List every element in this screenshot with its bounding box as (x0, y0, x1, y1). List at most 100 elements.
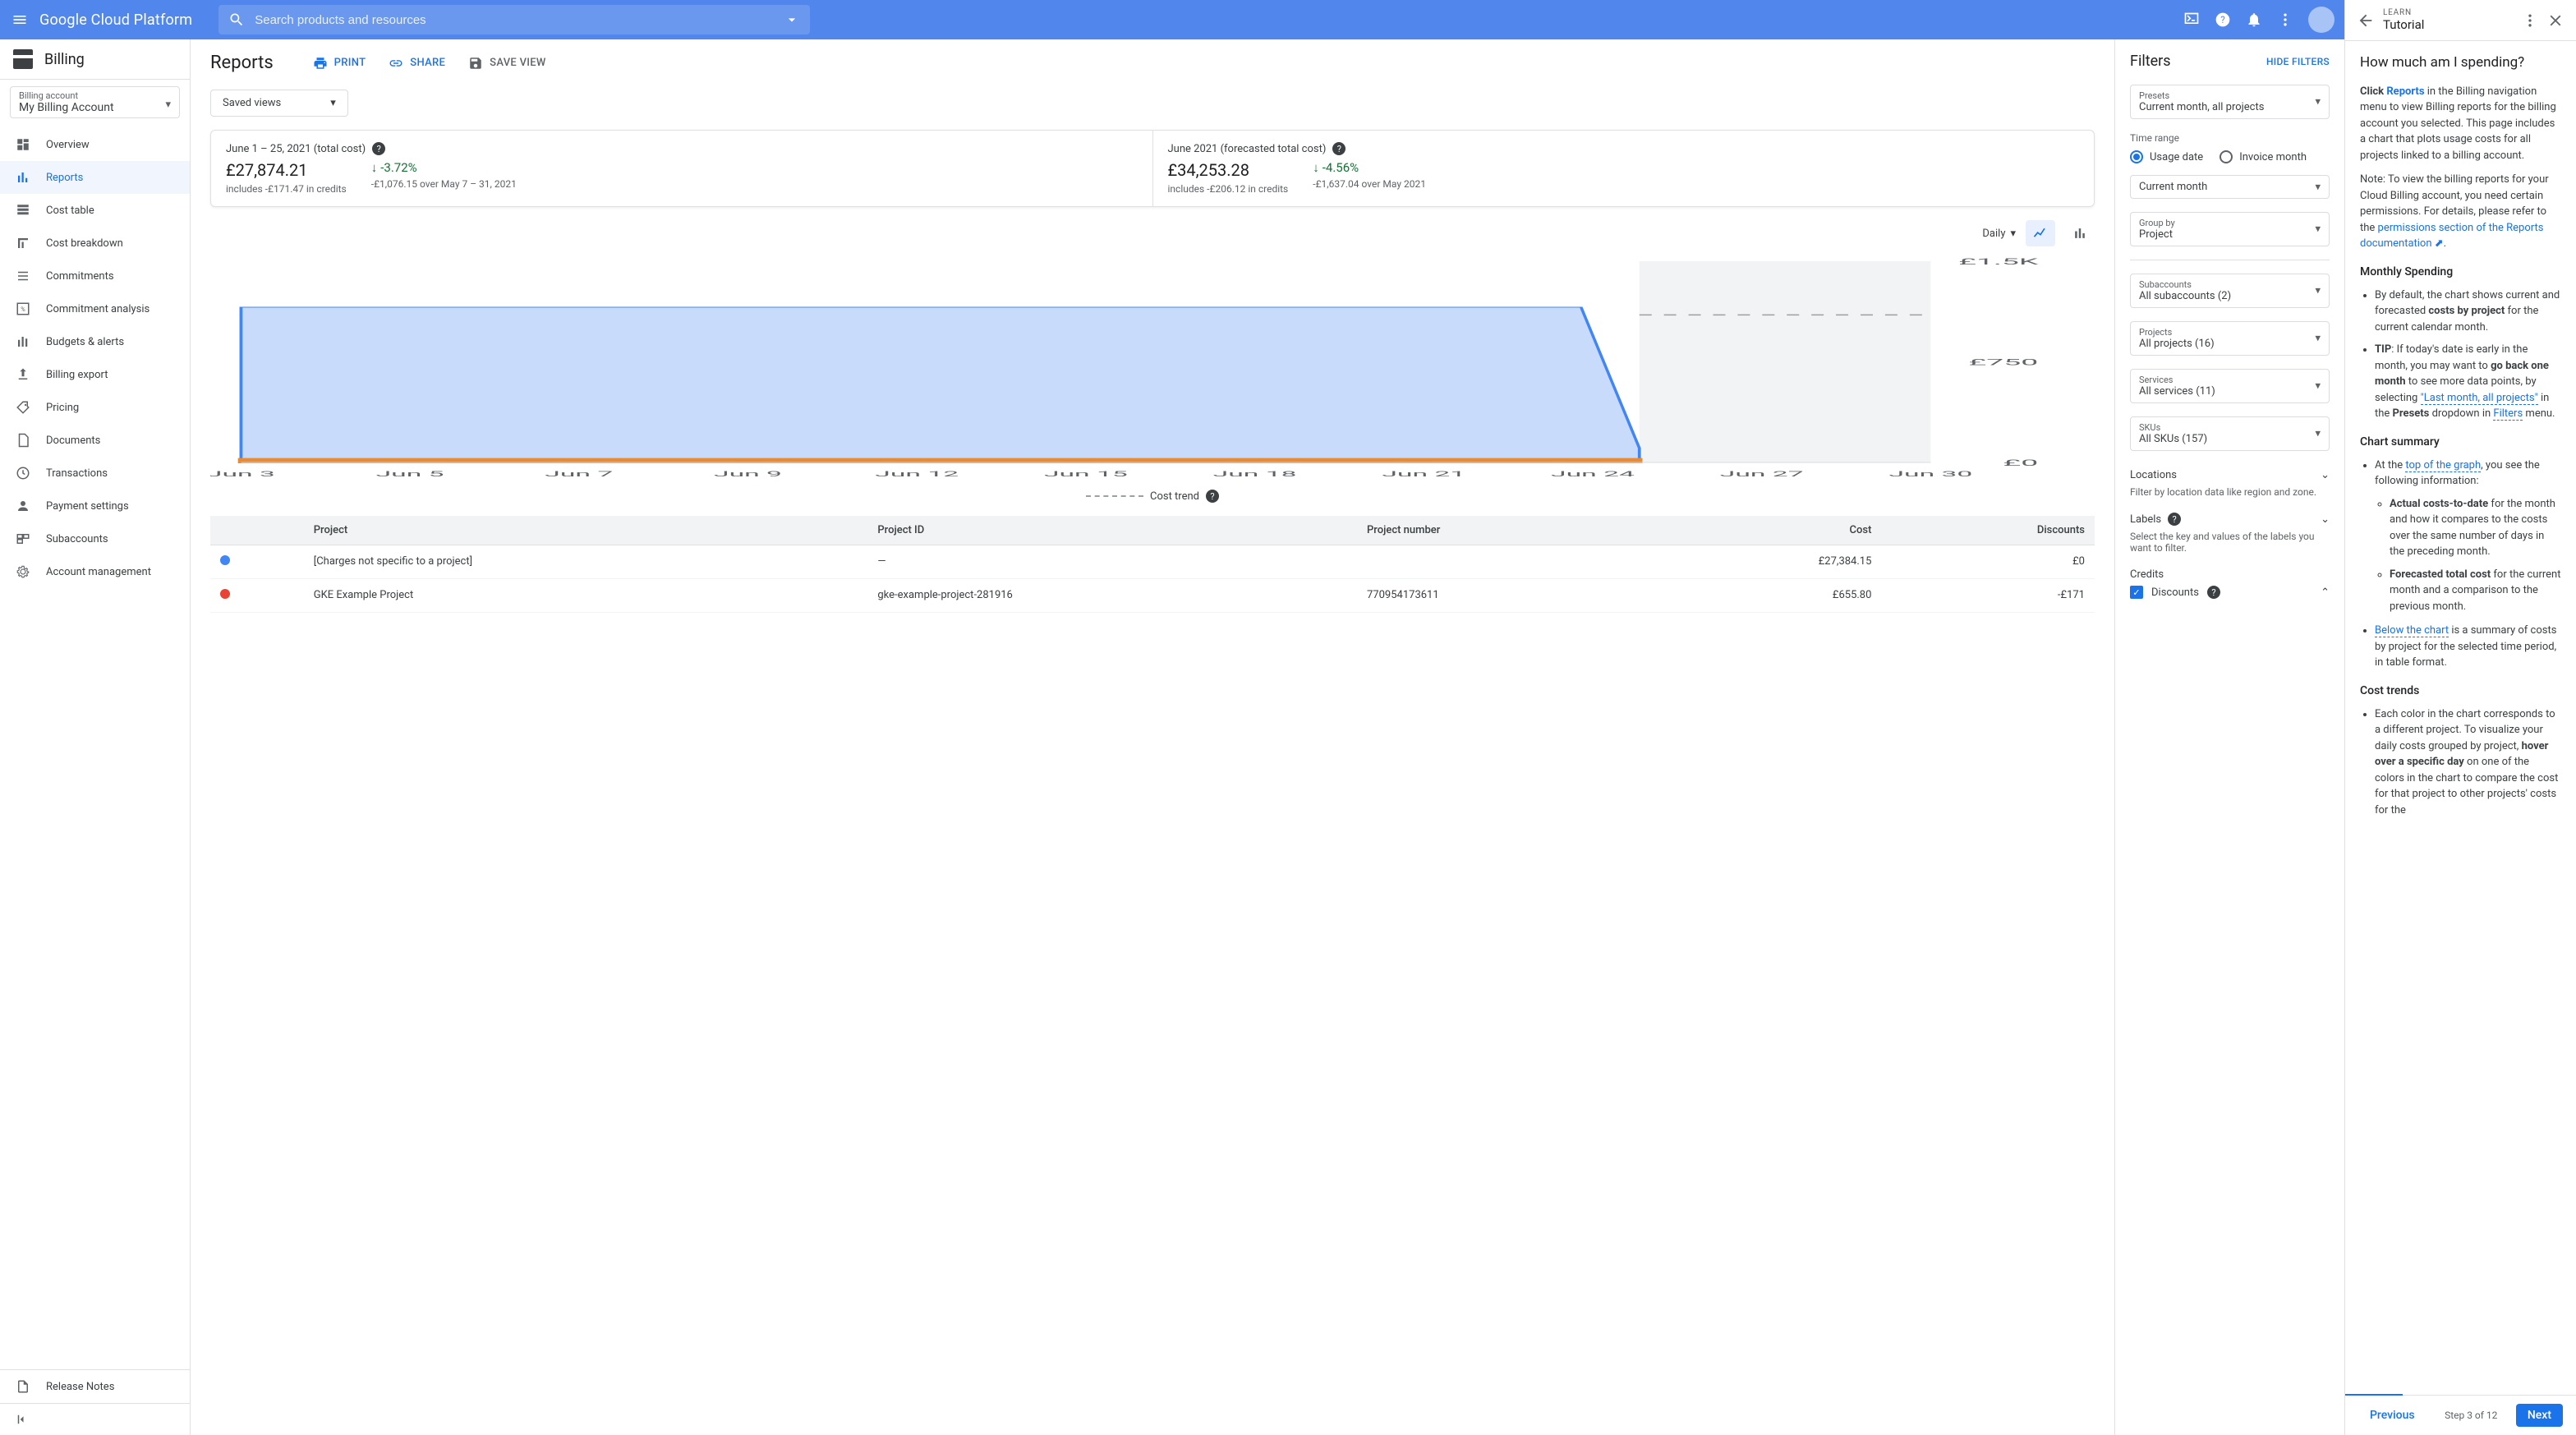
close-icon[interactable] (2546, 11, 2564, 30)
top-of-graph-link[interactable]: top of the graph (2405, 459, 2481, 472)
save-view-button[interactable]: SAVE VIEW (468, 56, 546, 71)
share-button[interactable]: SHARE (389, 56, 445, 71)
usage-date-radio[interactable]: Usage date (2130, 150, 2203, 163)
print-button[interactable]: PRINT (313, 56, 366, 71)
hide-filters-button[interactable]: HIDE FILTERS (2266, 56, 2330, 67)
skus-select[interactable]: SKUs All SKUs (157) (2130, 416, 2330, 451)
collapse-sidebar-button[interactable] (0, 1403, 190, 1435)
reports-area: Reports PRINT SHARE SAVE VIEW (191, 39, 2114, 1435)
bar-chart-icon (15, 169, 31, 186)
time-range-select[interactable]: Current month (2130, 175, 2330, 199)
sidebar-item-documents[interactable]: Documents (0, 424, 190, 457)
clock-icon (15, 465, 31, 481)
chevron-down-icon: ⌄ (2321, 513, 2330, 526)
saved-views-select[interactable]: Saved views ▾ (210, 90, 348, 117)
table-header[interactable]: Project number (1357, 516, 1651, 545)
services-select[interactable]: Services All services (11) (2130, 369, 2330, 403)
discounts-checkbox[interactable]: ✓ (2130, 586, 2143, 599)
below-chart-link[interactable]: Below the chart (2375, 624, 2449, 637)
subaccounts-select[interactable]: Subaccounts All subaccounts (2) (2130, 274, 2330, 308)
help-icon[interactable]: ? (2207, 586, 2220, 599)
last-month-link[interactable]: "Last month, all projects" (2421, 392, 2538, 405)
user-avatar[interactable] (2308, 7, 2334, 33)
reports-link[interactable]: Reports (2386, 85, 2424, 98)
table-header[interactable]: Project ID (867, 516, 1357, 545)
tutorial-heading: How much am I spending? (2360, 53, 2561, 74)
permissions-link[interactable]: permissions section of the Reports docum… (2360, 222, 2543, 251)
svg-text:Jun 24: Jun 24 (1551, 470, 1635, 479)
sidebar-item-payment-settings[interactable]: Payment settings (0, 490, 190, 522)
filters-panel: Filters HIDE FILTERS Presets Current mon… (2114, 39, 2344, 1435)
tutorial-body[interactable]: How much am I spending? Click Reports in… (2345, 41, 2576, 1395)
search-input[interactable] (255, 13, 774, 27)
notifications-icon[interactable] (2246, 11, 2262, 28)
line-chart-button[interactable] (2026, 220, 2055, 246)
sidebar-item-subaccounts[interactable]: Subaccounts (0, 522, 190, 555)
filters-link[interactable]: Filters (2493, 407, 2523, 421)
sidebar-item-pricing[interactable]: Pricing (0, 391, 190, 424)
back-arrow-icon[interactable] (2357, 11, 2375, 30)
previous-button[interactable]: Previous (2358, 1404, 2426, 1427)
next-button[interactable]: Next (2516, 1404, 2563, 1427)
sidebar-item-commitments[interactable]: Commitments (0, 260, 190, 292)
sidebar-item-cost-table[interactable]: Cost table (0, 194, 190, 227)
tag-icon (15, 399, 31, 416)
sidebar-item-transactions[interactable]: Transactions (0, 457, 190, 490)
sidebar-item-cost-breakdown[interactable]: Cost breakdown (0, 227, 190, 260)
granularity-select[interactable]: Daily ▾ (1982, 228, 2016, 240)
help-icon[interactable]: ? (372, 142, 385, 155)
labels-expand[interactable]: Labels ? ⌄ (2130, 508, 2330, 531)
release-notes[interactable]: Release Notes (0, 1370, 190, 1403)
cloud-shell-icon[interactable] (2183, 11, 2200, 28)
sidebar-item-reports[interactable]: Reports (0, 161, 190, 194)
group-by-select[interactable]: Group by Project (2130, 212, 2330, 246)
export-icon (15, 366, 31, 383)
billing-account-select[interactable]: Billing account My Billing Account (10, 86, 180, 118)
sidebar-title: Billing (44, 51, 85, 68)
svg-text:£1.5K: £1.5K (1958, 257, 2039, 267)
sidebar-item-account-management[interactable]: Account management (0, 555, 190, 588)
person-icon (15, 498, 31, 514)
more-icon[interactable] (2522, 12, 2538, 29)
sidebar-item-budgets-alerts[interactable]: Budgets & alerts (0, 325, 190, 358)
sidebar-item-overview[interactable]: Overview (0, 128, 190, 161)
project-color-dot (220, 589, 230, 599)
search-bar[interactable] (218, 5, 810, 34)
chevron-down-icon[interactable] (784, 11, 800, 28)
summary-card-forecast: June 2021 (forecasted total cost) ? £34,… (1152, 131, 2095, 206)
help-icon[interactable]: ? (2215, 11, 2231, 28)
svg-text:£750: £750 (1969, 357, 2039, 367)
arrow-down-icon: ↓ (371, 160, 378, 175)
bar-chart-button[interactable] (2065, 220, 2095, 246)
menu-icon[interactable] (10, 10, 30, 30)
help-icon[interactable]: ? (1332, 142, 1346, 155)
table-row[interactable]: [Charges not specific to a project] — £2… (210, 545, 2095, 579)
table-header[interactable]: Project (304, 516, 868, 545)
invoice-month-radio[interactable]: Invoice month (2220, 150, 2307, 163)
presets-select[interactable]: Presets Current month, all projects (2130, 85, 2330, 119)
chevron-down-icon: ▾ (2010, 228, 2016, 240)
reports-title: Reports (210, 53, 274, 73)
table-icon (15, 202, 31, 218)
sidebar-item-commitment-analysis[interactable]: %Commitment analysis (0, 292, 190, 325)
percent-icon: % (15, 301, 31, 317)
brand-logo[interactable]: Google Cloud Platform (39, 11, 192, 29)
projects-select[interactable]: Projects All projects (16) (2130, 321, 2330, 356)
help-icon[interactable]: ? (1206, 490, 1219, 503)
table-header[interactable]: Discounts (1881, 516, 2095, 545)
table-header[interactable]: Cost (1651, 516, 1881, 545)
svg-text:Jun 7: Jun 7 (545, 470, 613, 479)
table-header[interactable] (210, 516, 304, 545)
chevron-up-icon[interactable]: ⌃ (2321, 586, 2330, 599)
print-icon (313, 56, 328, 71)
svg-text:£0: £0 (2003, 458, 2039, 468)
credits-expand[interactable]: Credits (2130, 563, 2330, 586)
sidebar-item-billing-export[interactable]: Billing export (0, 358, 190, 391)
more-icon[interactable] (2277, 11, 2293, 28)
summary-card-actual: June 1 – 25, 2021 (total cost) ? £27,874… (211, 131, 1152, 206)
svg-text:%: % (21, 306, 25, 313)
help-icon[interactable]: ? (2168, 513, 2181, 526)
table-row[interactable]: GKE Example Project gke-example-project-… (210, 579, 2095, 613)
locations-expand[interactable]: Locations ⌄ (2130, 464, 2330, 486)
svg-text:Jun 5: Jun 5 (376, 470, 444, 479)
